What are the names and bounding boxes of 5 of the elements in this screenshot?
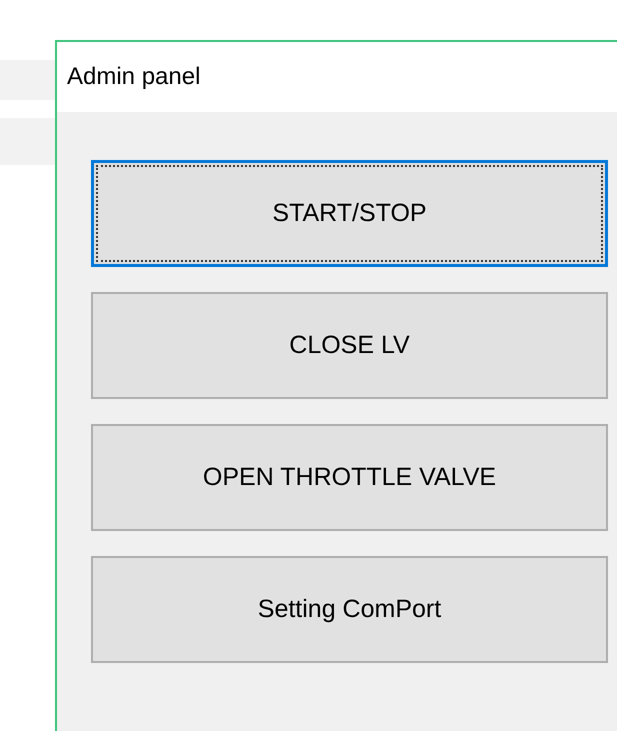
window-title: Admin panel — [67, 63, 200, 91]
command-button[interactable]: START/STOP — [91, 160, 608, 267]
command-button[interactable]: Setting ComPort — [91, 556, 608, 663]
command-button[interactable]: OPEN THROTTLE VALVE — [91, 424, 608, 531]
command-button[interactable]: CLOSE LV — [91, 292, 608, 399]
